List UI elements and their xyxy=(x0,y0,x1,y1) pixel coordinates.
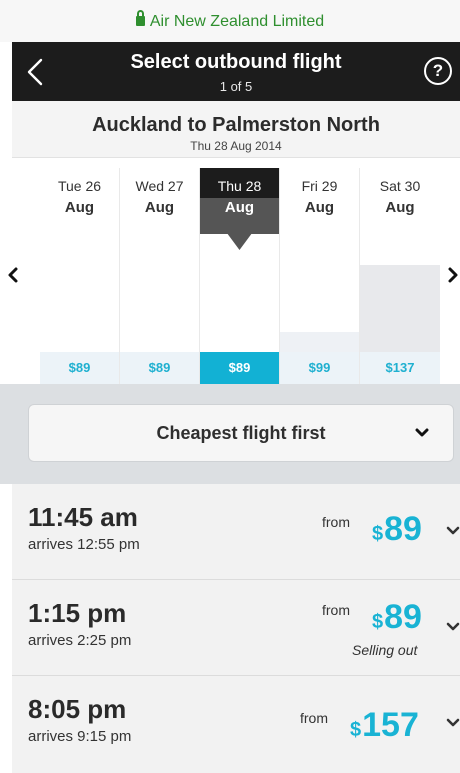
arrival-time: arrives 12:55 pm xyxy=(28,536,140,553)
chevron-left-icon[interactable] xyxy=(6,266,20,284)
chevron-right-icon[interactable] xyxy=(446,266,460,284)
departure-time: 8:05 pm xyxy=(28,694,127,724)
date-month: Aug xyxy=(144,199,175,216)
date-option-wed-27[interactable]: Wed 27 Aug $89 xyxy=(120,168,200,384)
price-amount: 89 xyxy=(384,598,422,636)
date-price: $99 xyxy=(280,352,359,384)
flight-price: $157 xyxy=(350,706,419,745)
arrival-time: arrives 9:15 pm xyxy=(28,728,132,745)
chevron-down-icon[interactable] xyxy=(446,526,460,536)
app-header: Select outbound flight 1 of 5 ? xyxy=(12,42,460,101)
chevron-down-icon xyxy=(415,428,429,437)
from-label: from xyxy=(322,602,350,618)
flight-row[interactable]: 8:05 pm arrives 9:15 pm from $157 xyxy=(12,676,460,773)
route-date: Thu 28 Aug 2014 xyxy=(190,139,282,153)
browser-status-bar: Air New Zealand Limited xyxy=(0,0,460,42)
from-label: from xyxy=(322,514,350,530)
date-price: $89 xyxy=(120,352,199,384)
secure-site-indicator[interactable]: Air New Zealand Limited xyxy=(0,10,460,31)
date-weekday: Tue 26 xyxy=(57,178,102,194)
date-option-fri-29[interactable]: Fri 29 Aug $99 xyxy=(280,168,360,384)
departure-time: 11:45 am xyxy=(28,502,138,532)
date-option-tue-26[interactable]: Tue 26 Aug $89 xyxy=(40,168,120,384)
date-price: $137 xyxy=(360,352,440,384)
price-amount: 89 xyxy=(384,510,422,548)
price-currency: $ xyxy=(372,523,384,545)
lock-icon xyxy=(135,10,145,26)
from-label: from xyxy=(300,710,328,726)
step-indicator: 1 of 5 xyxy=(219,79,253,94)
date-weekday: Thu 28 xyxy=(217,178,262,194)
date-price: $89 xyxy=(200,352,279,384)
date-month: Aug xyxy=(304,199,335,216)
price-amount: 157 xyxy=(362,706,419,744)
chevron-down-icon[interactable] xyxy=(446,718,460,728)
chevron-down-icon[interactable] xyxy=(446,622,460,632)
date-selector: Tue 26 Aug $89 Wed 27 Aug $89 Thu 28 Aug… xyxy=(0,158,460,384)
date-option-thu-28[interactable]: Thu 28 Aug $89 xyxy=(200,168,280,384)
price-currency: $ xyxy=(372,611,384,633)
date-month: Aug xyxy=(385,199,415,216)
departure-time: 1:15 pm xyxy=(28,598,127,628)
date-weekday: Fri 29 xyxy=(301,178,338,194)
flight-row[interactable]: 11:45 am arrives 12:55 pm from $89 xyxy=(12,484,460,580)
date-weekday: Sat 30 xyxy=(379,178,421,194)
sort-dropdown[interactable]: Cheapest flight first xyxy=(28,404,454,462)
price-currency: $ xyxy=(350,719,362,741)
flight-price: $89 xyxy=(372,510,422,549)
page-title: Select outbound flight xyxy=(130,51,342,73)
date-price: $89 xyxy=(40,352,119,384)
flight-price: $89 xyxy=(372,598,422,637)
date-option-sat-30[interactable]: Sat 30 Aug $137 xyxy=(360,168,440,384)
help-icon[interactable]: ? xyxy=(424,57,452,85)
arrival-time: arrives 2:25 pm xyxy=(28,632,132,649)
availability-note: Selling out xyxy=(352,642,418,658)
sort-area: Cheapest flight first xyxy=(0,384,460,484)
route-banner: Auckland to Palmerston North Thu 28 Aug … xyxy=(12,101,460,158)
date-month: Aug xyxy=(64,199,95,216)
date-month: Aug xyxy=(224,199,255,216)
route-name: Auckland to Palmerston North xyxy=(92,114,380,136)
flight-row[interactable]: 1:15 pm arrives 2:25 pm from $89 Selling… xyxy=(12,580,460,676)
site-name: Air New Zealand Limited xyxy=(149,13,325,30)
date-weekday: Wed 27 xyxy=(135,178,184,194)
sort-label: Cheapest flight first xyxy=(156,423,326,443)
